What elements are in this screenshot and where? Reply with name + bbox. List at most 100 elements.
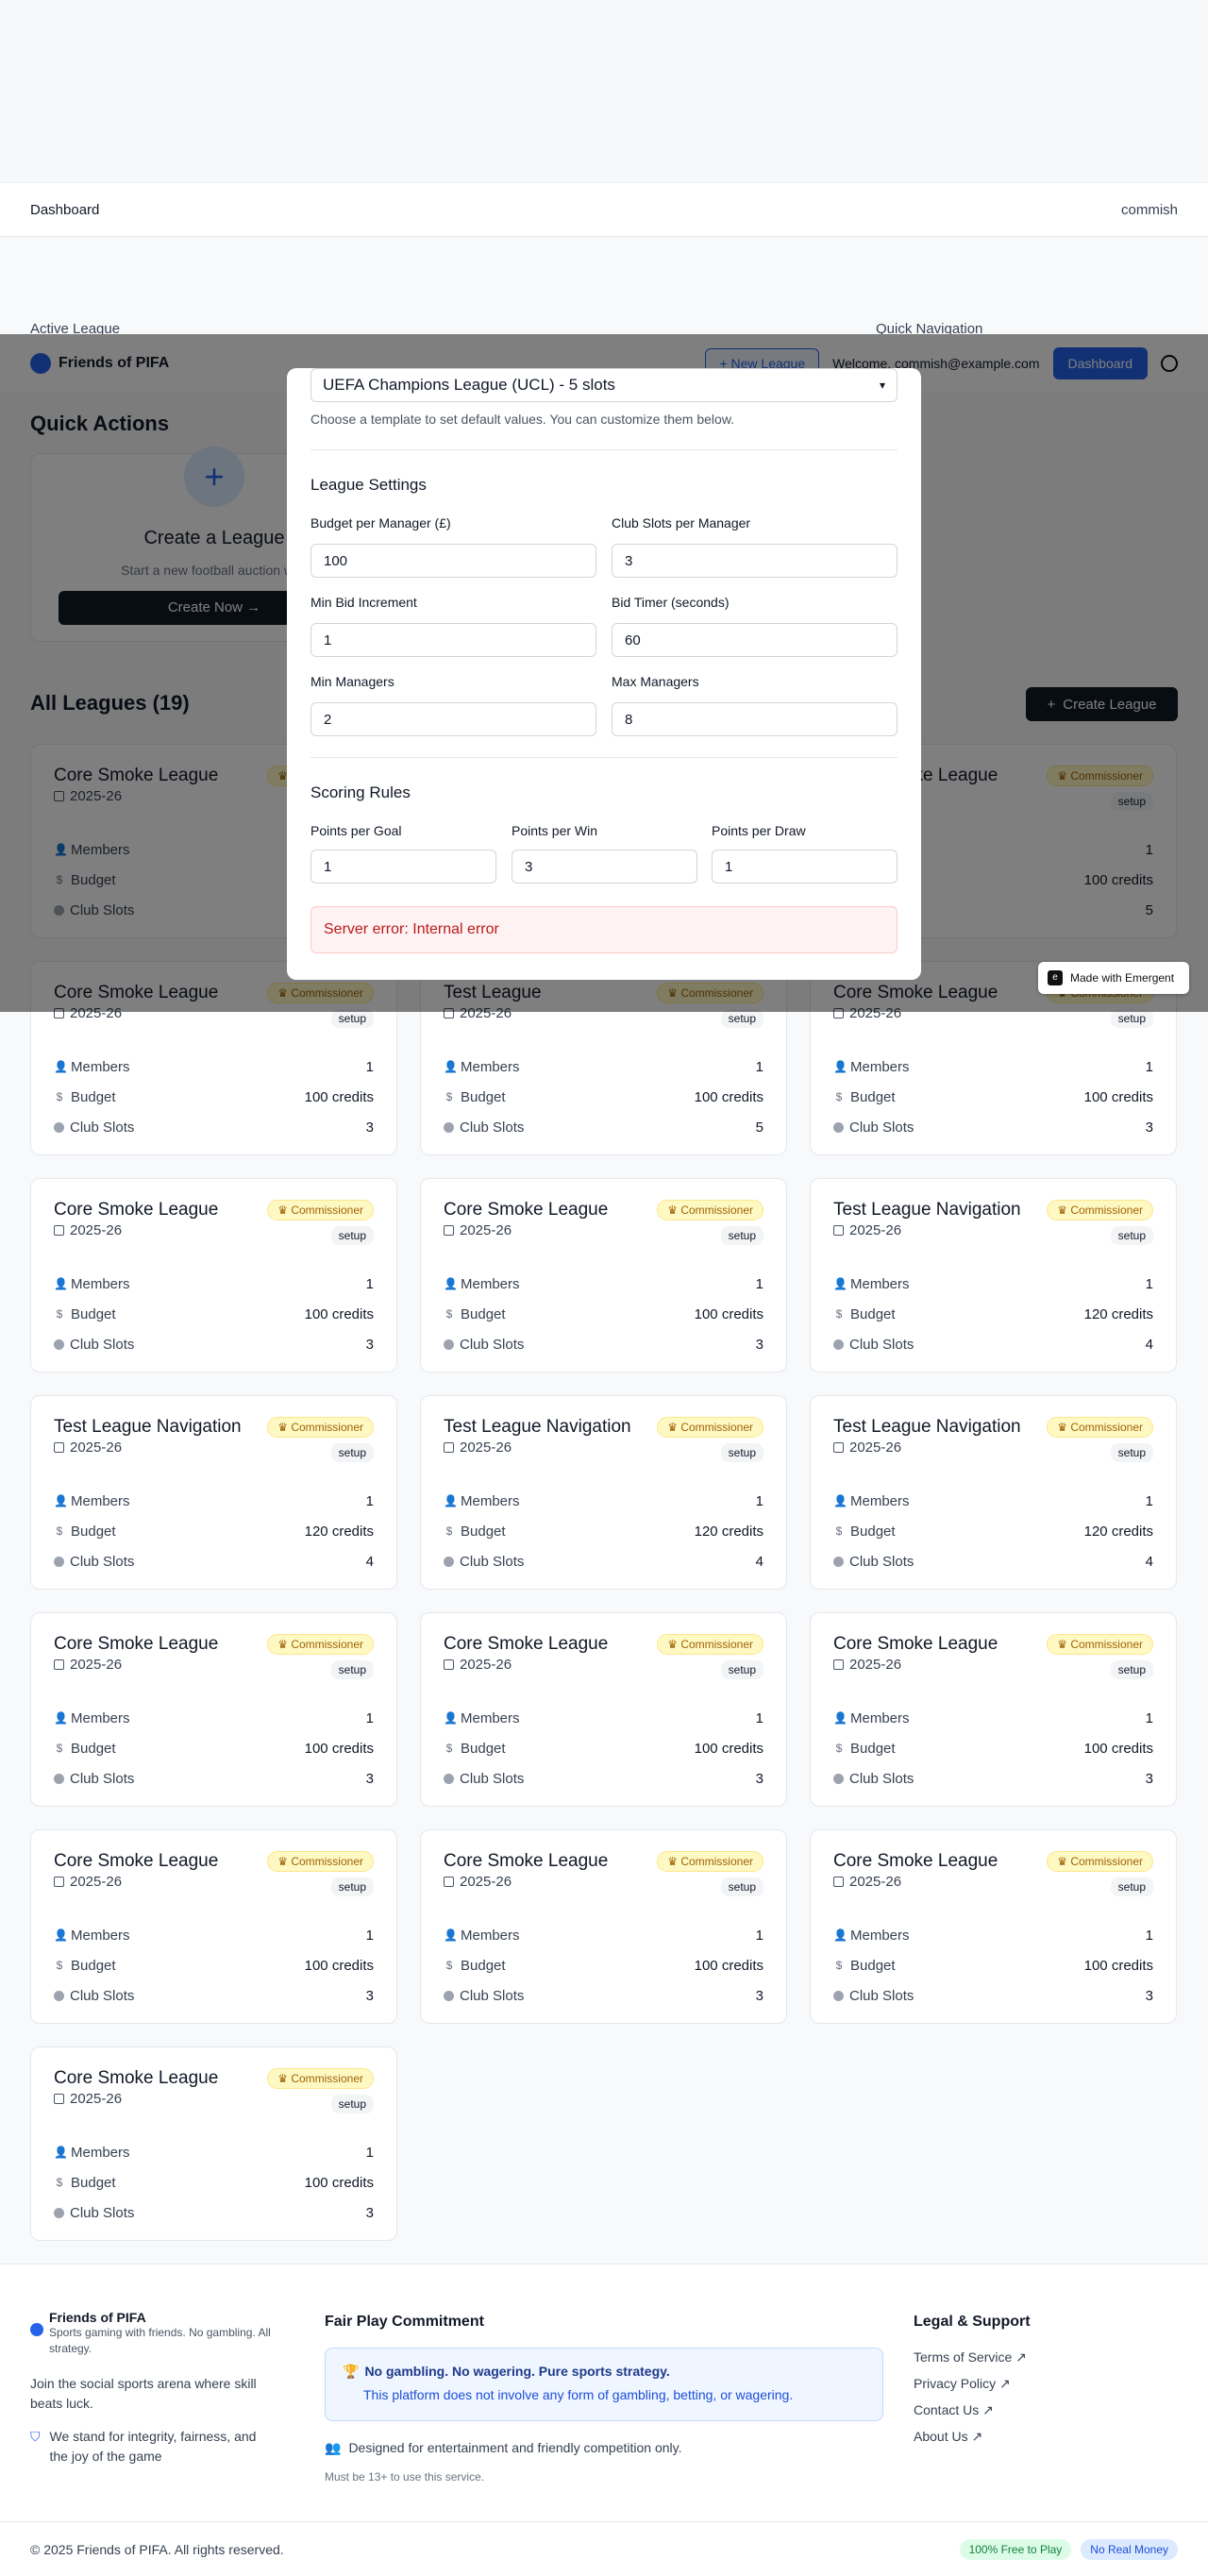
league-card[interactable]: Core Smoke League2025-26♛ Commissionerse…	[30, 2046, 397, 2241]
league-card[interactable]: Test League Navigation 2025-26 ♛ Commissio…	[420, 1395, 787, 1590]
league-season: 2025-26	[833, 1657, 1153, 1673]
dollar-icon: $	[835, 1307, 843, 1321]
club-slots-label: Club Slots per Manager	[612, 515, 751, 530]
members-row: 👤Members1	[54, 1927, 374, 1944]
club-slots-row: Club Slots3	[833, 1763, 1153, 1793]
dollar-icon: $	[835, 1742, 843, 1755]
commissioner-badge: ♛ Commissioner	[267, 1417, 374, 1438]
min-bid-input[interactable]: 1	[310, 623, 596, 657]
league-card[interactable]: Test League Navigation 2025-26 ♛ Commissio…	[30, 1395, 397, 1590]
members-row: 👤Members1	[833, 1058, 1153, 1075]
calendar-icon	[833, 1442, 844, 1453]
budget-row: $Budget100 credits	[444, 1082, 763, 1112]
league-card[interactable]: Core Smoke League2025-26♛ Commissionerse…	[420, 1178, 787, 1372]
footer-join-text: Join the social sports arena where skill…	[30, 2376, 257, 2411]
members-row: 👤Members1	[54, 1058, 374, 1075]
users-icon: 👤	[444, 1060, 458, 1073]
ball-icon	[444, 1121, 454, 1133]
status-badge: setup	[330, 1009, 374, 1028]
dollar-icon: $	[445, 1742, 453, 1755]
fair-play-headline: No gambling. No wagering. Pure sports st…	[364, 2364, 670, 2379]
club-slots-row: Club Slots3	[54, 1329, 374, 1359]
scoring-rules-title: Scoring Rules	[310, 783, 411, 801]
league-season: 2025-26	[54, 2091, 374, 2107]
shield-icon: ⛉	[30, 2429, 41, 2444]
club-slots-row: Club Slots3	[444, 1980, 763, 2011]
terms-link[interactable]: Terms of Service ↗	[914, 2349, 1027, 2376]
members-row: 👤Members1	[54, 1709, 374, 1726]
breadcrumb[interactable]: Dashboard	[30, 202, 99, 218]
ball-icon	[833, 1556, 844, 1567]
budget-row: $Budget100 credits	[444, 1299, 763, 1329]
divider	[310, 757, 898, 758]
free-to-play-badge: 100% Free to Play	[959, 2539, 1072, 2560]
points-win-input[interactable]: 3	[512, 850, 697, 884]
template-help-text: Choose a template to set default values.…	[310, 412, 735, 427]
dollar-icon: $	[56, 1524, 63, 1538]
calendar-icon	[54, 1225, 64, 1236]
club-slots-row: Club Slots3	[833, 1112, 1153, 1142]
status-badge: setup	[1110, 1877, 1153, 1896]
status-badge: setup	[720, 1877, 763, 1896]
calendar-icon	[833, 1659, 844, 1670]
dollar-icon: $	[56, 1742, 63, 1755]
bid-timer-label: Bid Timer (seconds)	[612, 595, 730, 610]
league-card[interactable]: Core Smoke League2025-26♛ Commissionerse…	[810, 1612, 1177, 1807]
league-card[interactable]: Core Smoke League2025-26♛ Commissionerse…	[30, 1829, 397, 2024]
contact-link[interactable]: Contact Us ↗	[914, 2402, 1027, 2429]
commissioner-badge: ♛ Commissioner	[1047, 1851, 1153, 1872]
ball-icon	[444, 1773, 454, 1784]
league-season: 2025-26	[444, 1440, 763, 1456]
league-card[interactable]: Core Smoke League2025-26♛ Commissionerse…	[810, 1829, 1177, 2024]
max-managers-input[interactable]: 8	[612, 702, 898, 736]
template-select[interactable]: UEFA Champions League (UCL) - 5 slots ▾	[310, 368, 898, 402]
league-card[interactable]: Core Smoke League2025-26♛ Commissionerse…	[420, 1829, 787, 2024]
league-card[interactable]: Test League Navigation 2025-26 ♛ Commissio…	[810, 1395, 1177, 1590]
members-row: 👤Members1	[444, 1709, 763, 1726]
budget-row: $Budget100 credits	[54, 1082, 374, 1112]
privacy-link[interactable]: Privacy Policy ↗	[914, 2376, 1027, 2402]
club-slots-row: Club Slots3	[54, 1112, 374, 1142]
users-icon: 👤	[444, 1928, 458, 1942]
club-slots-row: Club Slots 4	[833, 1329, 1153, 1359]
budget-row: $Budget100 credits	[54, 1733, 374, 1763]
calendar-icon	[444, 1225, 454, 1236]
calendar-icon	[444, 1877, 454, 1887]
made-with-emergent-badge[interactable]: e Made with Emergent	[1038, 962, 1189, 994]
status-badge: setup	[1110, 1226, 1153, 1245]
ball-icon	[444, 1339, 454, 1350]
dollar-icon: $	[445, 1524, 453, 1538]
users-icon: 👤	[54, 1277, 68, 1290]
budget-row: $Budget100 credits	[833, 1082, 1153, 1112]
members-row: 👤Members1	[54, 2144, 374, 2161]
status-badge: setup	[330, 1660, 374, 1679]
league-card[interactable]: Test League Navigation 2025-26 ♛ Commissio…	[810, 1178, 1177, 1372]
trophy-icon: 🏆	[343, 2364, 360, 2379]
budget-row: $Budget100 credits	[444, 1733, 763, 1763]
dollar-icon: $	[445, 1090, 453, 1103]
club-slots-row: Club Slots3	[833, 1980, 1153, 2011]
commissioner-badge: ♛ Commissioner	[267, 1200, 374, 1221]
status-badge: setup	[330, 1877, 374, 1896]
points-goal-input[interactable]: 1	[310, 850, 496, 884]
footer-tagline: Sports gaming with friends. No gambling.…	[49, 2326, 271, 2355]
league-season: 2025-26	[444, 1222, 763, 1238]
members-row: 👤Members1	[833, 1709, 1153, 1726]
integrity-text: We stand for integrity, fairness, and th…	[49, 2429, 257, 2464]
about-link[interactable]: About Us ↗	[914, 2429, 1027, 2455]
min-managers-input[interactable]: 2	[310, 702, 596, 736]
members-row: 👤Members1	[444, 1275, 763, 1292]
league-card[interactable]: Core Smoke League2025-26♛ Commissionerse…	[30, 1612, 397, 1807]
budget-row: $Budget100 credits	[833, 1950, 1153, 1980]
dollar-icon: $	[56, 2176, 63, 2189]
club-slots-row: Club Slots5	[444, 1112, 763, 1142]
bid-timer-input[interactable]: 60	[612, 623, 898, 657]
emergent-logo-icon: e	[1048, 970, 1063, 985]
club-slots-input[interactable]: 3	[612, 544, 898, 578]
budget-input[interactable]: 100	[310, 544, 596, 578]
points-draw-input[interactable]: 1	[712, 850, 898, 884]
league-card[interactable]: Core Smoke League2025-26♛ Commissionerse…	[30, 1178, 397, 1372]
users-icon: 👤	[833, 1494, 847, 1507]
club-slots-row: Club Slots3	[444, 1763, 763, 1793]
league-card[interactable]: Core Smoke League2025-26♛ Commissionerse…	[420, 1612, 787, 1807]
